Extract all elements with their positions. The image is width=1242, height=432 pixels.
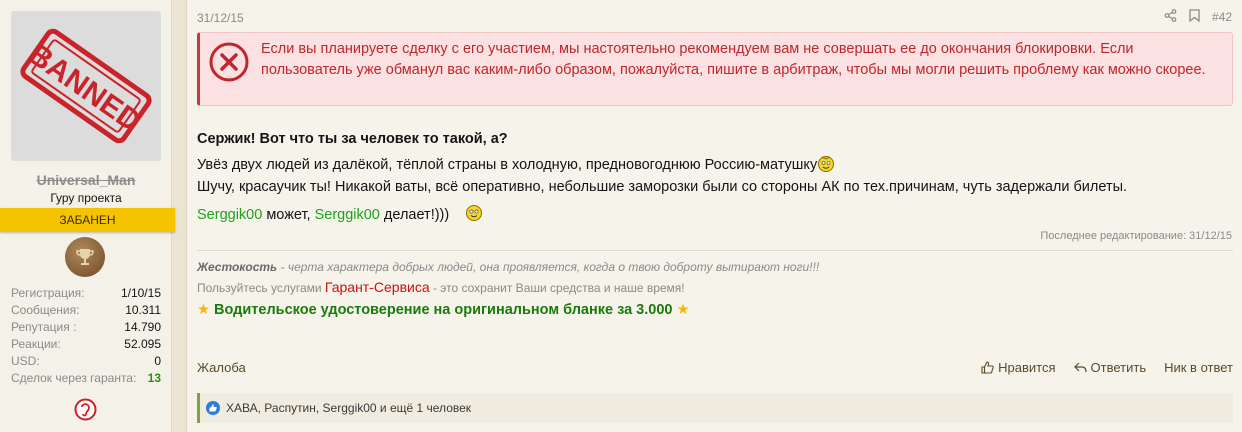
like-button[interactable]: Нравится	[981, 360, 1056, 375]
post-date[interactable]: 31/12/15	[197, 11, 244, 25]
user-title: Гуру проекта	[50, 191, 122, 205]
post-line-2: Увёз двух людей из далёкой, тёплой стран…	[197, 154, 1237, 176]
banned-stamp-icon: BANNED	[20, 28, 152, 144]
star-icon: ★	[676, 302, 690, 318]
trophy-icon[interactable]	[65, 237, 105, 277]
like-reaction-icon	[206, 401, 220, 415]
signature-service: Пользуйтесь услугами Гарант-Сервиса - эт…	[197, 279, 685, 295]
stat-registration: Регистрация: 1/10/15	[11, 286, 161, 300]
share-icon[interactable]	[1164, 9, 1177, 25]
thumbs-up-icon	[981, 361, 994, 374]
signature-quote: Жестокость - черта характера добрых люде…	[197, 260, 820, 274]
signature-divider	[197, 250, 1233, 251]
smiley-icon	[818, 156, 835, 172]
stat-usd: USD: 0	[11, 354, 161, 368]
reply-button[interactable]: Ответить	[1073, 360, 1146, 375]
post-line-3: Шучу, красаучик ты! Никакой ваты, всё оп…	[197, 179, 1128, 195]
post-tools: #42	[1164, 9, 1232, 25]
smiley-icon	[466, 205, 483, 221]
bookmark-icon[interactable]	[1189, 9, 1200, 25]
mention-link[interactable]: Serggik00	[197, 207, 262, 223]
stat-messages: Сообщения: 10.311	[11, 303, 161, 317]
report-link[interactable]: Жалоба	[197, 360, 246, 375]
stat-reactions: Реакции: 52.095	[11, 337, 161, 351]
post-footer: Жалоба Нравится Ответить Ник в ответ	[197, 358, 1233, 378]
ear-icon[interactable]	[74, 398, 97, 421]
stat-reputation: Репутация : 14.790	[11, 320, 161, 334]
reactions-bar[interactable]: ХАВА, Распутин, Serggik00 и ещё 1 челове…	[197, 393, 1233, 423]
alert-text: Если вы планируете сделку с его участием…	[261, 41, 1206, 78]
signature: Жестокость - черта характера добрых люде…	[197, 258, 1233, 322]
reply-icon	[1073, 362, 1087, 373]
ban-warning-alert: Если вы планируете сделку с его участием…	[197, 32, 1233, 106]
signature-promo[interactable]: ★ Водительское удостоверение на оригинал…	[197, 298, 1233, 322]
last-edited-note: Последнее редактирование: 31/12/15	[1040, 230, 1232, 242]
user-stats: Регистрация: 1/10/15 Сообщения: 10.311 Р…	[11, 286, 161, 388]
stat-guarantor-deals: Сделок через гаранта: 13	[11, 371, 161, 385]
user-panel: BANNED Universal_Man Гуру проекта ЗАБАНЕ…	[0, 0, 175, 432]
nick-reply-button[interactable]: Ник в ответ	[1164, 360, 1233, 375]
star-icon: ★	[197, 302, 210, 318]
username[interactable]: Universal_Man	[0, 172, 172, 188]
banned-banner: ЗАБАНЕН	[0, 208, 175, 232]
post-line-4: Serggik00 может, Serggik00 делает!)))	[197, 204, 1237, 226]
guarantor-service-link[interactable]: Гарант-Сервиса	[325, 279, 430, 295]
post: 31/12/15 #42 Если вы планируете сделку с…	[186, 0, 1242, 432]
avatar[interactable]: BANNED	[11, 11, 161, 161]
mention-link[interactable]: Serggik00	[315, 207, 380, 223]
post-number[interactable]: #42	[1212, 10, 1232, 24]
post-actions: Нравится Ответить Ник в ответ	[981, 360, 1233, 375]
reactions-list[interactable]: ХАВА, Распутин, Serggik00 и ещё 1 челове…	[226, 401, 471, 415]
post-body: Сержик! Вот что ты за человек то такой, …	[197, 128, 1237, 226]
error-circle-icon	[209, 42, 249, 82]
post-line-1: Сержик! Вот что ты за человек то такой, …	[197, 131, 508, 147]
